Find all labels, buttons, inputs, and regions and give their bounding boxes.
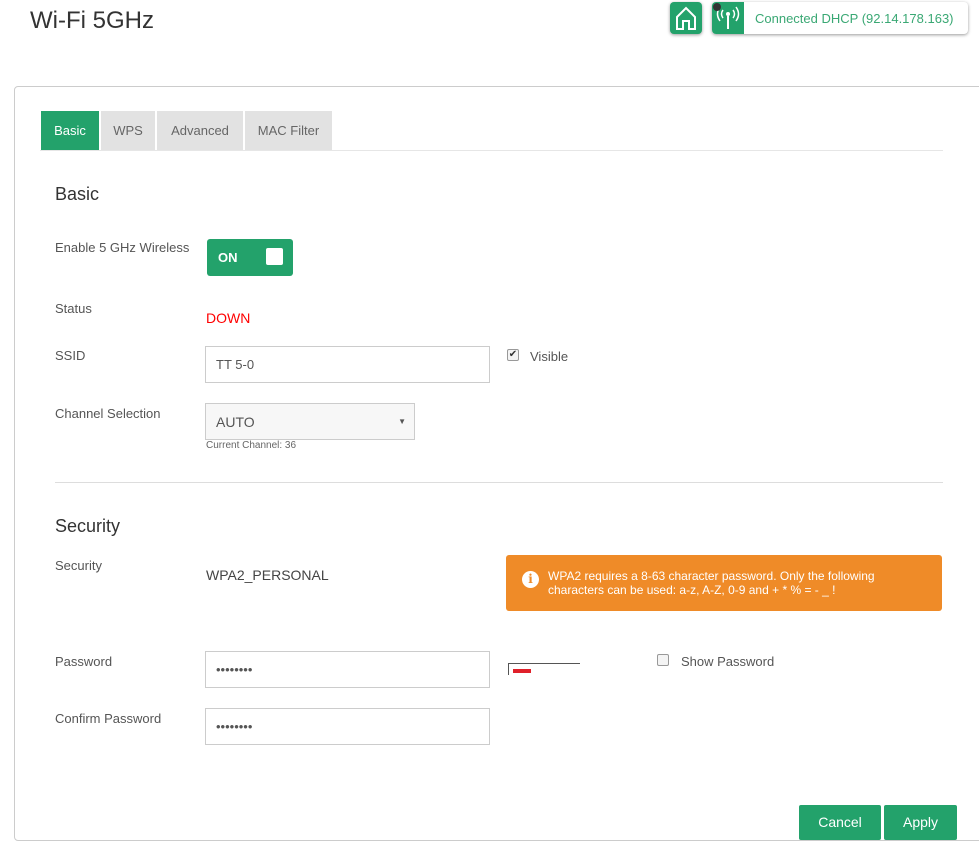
home-icon (676, 6, 696, 30)
basic-heading: Basic (55, 184, 100, 204)
channel-label: Channel Selection (55, 406, 161, 421)
toggle-label: ON (218, 250, 238, 265)
status-label: Status (55, 301, 92, 316)
status-value: DOWN (206, 310, 251, 326)
cancel-button[interactable]: Cancel (799, 805, 881, 840)
current-channel: Current Channel: 36 (206, 440, 297, 451)
show-password-checkbox[interactable] (657, 654, 669, 666)
visible-checkbox[interactable]: ✔ (507, 349, 519, 361)
tab-basic[interactable]: Basic (41, 111, 99, 150)
toggle-knob (266, 248, 283, 265)
password-strength-fill (513, 669, 531, 673)
show-password-label: Show Password (681, 654, 775, 669)
section-divider (55, 482, 943, 483)
enable-toggle[interactable]: ON (207, 239, 293, 276)
tab-divider (40, 150, 943, 151)
confirm-password-label: Confirm Password (55, 711, 162, 726)
password-input[interactable]: •••••••• (205, 651, 490, 688)
password-strength-meter (508, 663, 580, 675)
caret-down-icon: ▼ (398, 417, 406, 426)
security-heading: Security (55, 516, 121, 536)
ssid-label: SSID (55, 348, 86, 363)
home-button[interactable] (670, 2, 702, 34)
password-warning: i WPA2 requires a 8-63 character password… (506, 555, 942, 611)
enable-label: Enable 5 GHz Wireless (55, 240, 190, 255)
channel-value: AUTO (216, 413, 255, 430)
wifi-antenna-icon (712, 2, 744, 34)
security-value: WPA2_PERSONAL (206, 567, 329, 583)
security-label: Security (55, 558, 102, 573)
tab-wps[interactable]: WPS (101, 111, 155, 150)
info-icon: i (522, 571, 539, 588)
apply-button[interactable]: Apply (884, 805, 957, 840)
visible-label: Visible (530, 349, 569, 364)
page-title: Wi-Fi 5GHz (30, 7, 154, 34)
connection-text: Connected DHCP (92.14.178.163) (755, 11, 954, 26)
settings-card (14, 86, 979, 841)
ssid-input[interactable]: TT 5-0 (205, 346, 490, 383)
tab-mac-filter[interactable]: MAC Filter (245, 111, 332, 150)
tab-advanced[interactable]: Advanced (157, 111, 243, 150)
confirm-password-input[interactable]: •••••••• (205, 708, 490, 745)
password-label: Password (55, 654, 113, 669)
channel-select[interactable]: AUTO ▼ (205, 403, 415, 440)
warning-text: WPA2 requires a 8-63 character password.… (548, 569, 875, 597)
connection-status[interactable]: Connected DHCP (92.14.178.163) (712, 2, 968, 34)
